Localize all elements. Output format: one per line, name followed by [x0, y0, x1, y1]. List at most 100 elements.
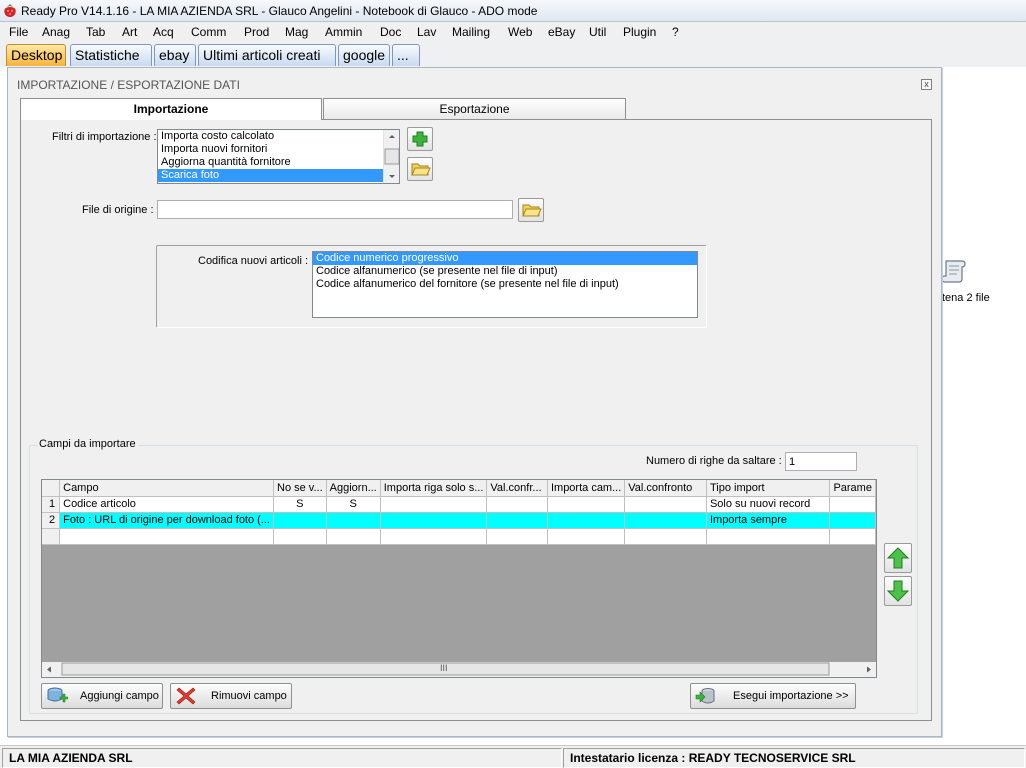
scroll-icon[interactable] — [940, 257, 968, 285]
table-cell[interactable] — [547, 512, 626, 529]
list-item[interactable]: Importa nuovi fornitori — [158, 143, 399, 156]
encoding-box: Codifica nuovi articoli : Codice numeric… — [156, 245, 707, 328]
run-import-button[interactable]: Esegui importazione >> — [690, 683, 856, 709]
table-cell[interactable] — [273, 512, 327, 529]
menu-file[interactable]: File — [9, 25, 28, 39]
list-item[interactable]: Codice alfanumerico del fornitore (se pr… — [313, 278, 697, 291]
menu-ammin[interactable]: Ammin — [325, 25, 362, 39]
column-header[interactable]: No se v... — [273, 480, 327, 497]
table-cell[interactable]: Foto : URL di origine per download foto … — [59, 512, 274, 529]
menu-util[interactable]: Util — [589, 25, 606, 39]
column-header[interactable]: Tipo import — [706, 480, 831, 497]
table-cell[interactable] — [624, 512, 707, 529]
tab-statistiche[interactable]: Statistiche — [70, 44, 152, 66]
table-cell[interactable] — [380, 496, 488, 513]
column-header[interactable]: Campo — [59, 480, 274, 497]
scrollbar-arrows-icon — [47, 662, 871, 676]
add-filter-button[interactable] — [407, 127, 433, 151]
table-cell[interactable] — [829, 512, 876, 529]
menu-web[interactable]: Web — [508, 25, 532, 39]
table-cell[interactable] — [380, 528, 488, 545]
tab-google[interactable]: google — [338, 44, 390, 66]
scrollbar[interactable] — [383, 130, 399, 183]
table-cell[interactable] — [59, 528, 274, 545]
table-cell[interactable] — [547, 528, 626, 545]
tab-desktop[interactable]: Desktop — [6, 44, 66, 66]
remove-field-button[interactable]: Rimuovi campo — [170, 683, 292, 709]
table-cell[interactable] — [829, 496, 876, 513]
list-item[interactable]: Aggiorna quantità fornitore — [158, 156, 399, 169]
column-header[interactable]: Val.confr... — [486, 480, 548, 497]
tab-more[interactable]: ... — [392, 44, 420, 66]
import-export-window: IMPORTAZIONE / ESPORTAZIONE DATI x Impor… — [7, 67, 942, 737]
skip-rows-input[interactable] — [785, 452, 857, 471]
table-cell[interactable] — [486, 496, 548, 513]
table-cell[interactable] — [547, 496, 626, 513]
table-cell[interactable] — [706, 528, 831, 545]
table-cell[interactable]: S — [273, 496, 327, 513]
move-up-button[interactable] — [884, 543, 912, 573]
dialog-title: IMPORTAZIONE / ESPORTAZIONE DATI — [17, 78, 240, 92]
table-cell[interactable] — [829, 528, 876, 545]
arrow-down-icon — [886, 580, 910, 602]
menu-acq[interactable]: Acq — [153, 25, 174, 39]
tab-esportazione[interactable]: Esportazione — [323, 98, 626, 119]
menu-help[interactable]: ? — [672, 25, 679, 39]
run-import-label: Esegui importazione >> — [733, 690, 849, 702]
strawberry-app-icon — [4, 4, 16, 17]
folder-icon — [522, 204, 542, 217]
filters-listbox[interactable]: Importa costo calcolato Importa nuovi fo… — [157, 129, 400, 184]
column-header[interactable]: Importa riga solo s... — [380, 480, 488, 497]
column-header[interactable]: Val.confronto — [624, 480, 707, 497]
menu-plugin[interactable]: Plugin — [623, 25, 656, 39]
table-row-empty[interactable] — [42, 528, 876, 545]
list-item-selected[interactable]: Scarica foto — [158, 169, 383, 182]
table-cell[interactable]: Solo su nuovi record — [706, 496, 831, 513]
menu-doc[interactable]: Doc — [380, 25, 401, 39]
menu-mailing[interactable]: Mailing — [452, 25, 490, 39]
column-header[interactable]: Parame — [829, 480, 876, 497]
tab-ultimi-articoli[interactable]: Ultimi articoli creati — [198, 44, 336, 66]
column-header[interactable]: Aggiorn... — [326, 480, 381, 497]
browse-file-button[interactable] — [518, 198, 544, 222]
menu-mag[interactable]: Mag — [285, 25, 308, 39]
source-file-input[interactable] — [157, 200, 513, 219]
list-item[interactable]: Codice alfanumerico (se presente nel fil… — [313, 265, 697, 278]
menu-art[interactable]: Art — [122, 25, 137, 39]
close-icon[interactable]: x — [921, 79, 932, 90]
menu-ebay[interactable]: eBay — [548, 25, 575, 39]
menu-anag[interactable]: Anag — [42, 25, 70, 39]
desktop-item-label: tena 2 file — [942, 292, 990, 304]
desktop-tab-bar: Desktop Statistiche ebay Ultimi articoli… — [0, 42, 1026, 67]
tab-importazione[interactable]: Importazione — [20, 98, 322, 120]
list-item[interactable]: Importa costo calcolato — [158, 130, 399, 143]
list-item-selected[interactable]: Codice numerico progressivo — [313, 252, 697, 265]
column-header[interactable]: Importa cam... — [547, 480, 626, 497]
table-cell[interactable] — [380, 512, 488, 529]
open-filter-button[interactable] — [407, 157, 433, 181]
table-cell[interactable] — [326, 528, 381, 545]
table-cell[interactable]: S — [326, 496, 381, 513]
table-cell[interactable]: Importa sempre — [706, 512, 831, 529]
row-number: 1 — [42, 496, 61, 513]
encoding-listbox[interactable]: Codice numerico progressivo Codice alfan… — [312, 251, 698, 318]
menu-tab[interactable]: Tab — [86, 25, 105, 39]
table-cell[interactable] — [326, 512, 381, 529]
tab-ebay[interactable]: ebay — [154, 44, 196, 66]
horizontal-scrollbar[interactable]: III — [41, 662, 877, 678]
database-import-icon — [695, 688, 715, 704]
table-row[interactable]: 1 Codice articolo S S Solo su nuovi reco… — [42, 496, 876, 513]
table-cell[interactable] — [624, 496, 707, 513]
table-cell[interactable] — [273, 528, 327, 545]
menu-prod[interactable]: Prod — [244, 25, 269, 39]
fields-grid[interactable]: Campo No se v... Aggiorn... Importa riga… — [41, 479, 877, 677]
move-down-button[interactable] — [884, 576, 912, 606]
menu-comm[interactable]: Comm — [191, 25, 226, 39]
table-cell[interactable] — [486, 528, 548, 545]
table-cell[interactable] — [624, 528, 707, 545]
table-cell[interactable]: Codice articolo — [59, 496, 274, 513]
add-field-button[interactable]: Aggiungi campo — [41, 683, 163, 709]
table-row-selected[interactable]: 2 Foto : URL di origine per download fot… — [42, 512, 876, 529]
menu-lav[interactable]: Lav — [417, 25, 436, 39]
table-cell[interactable] — [486, 512, 548, 529]
